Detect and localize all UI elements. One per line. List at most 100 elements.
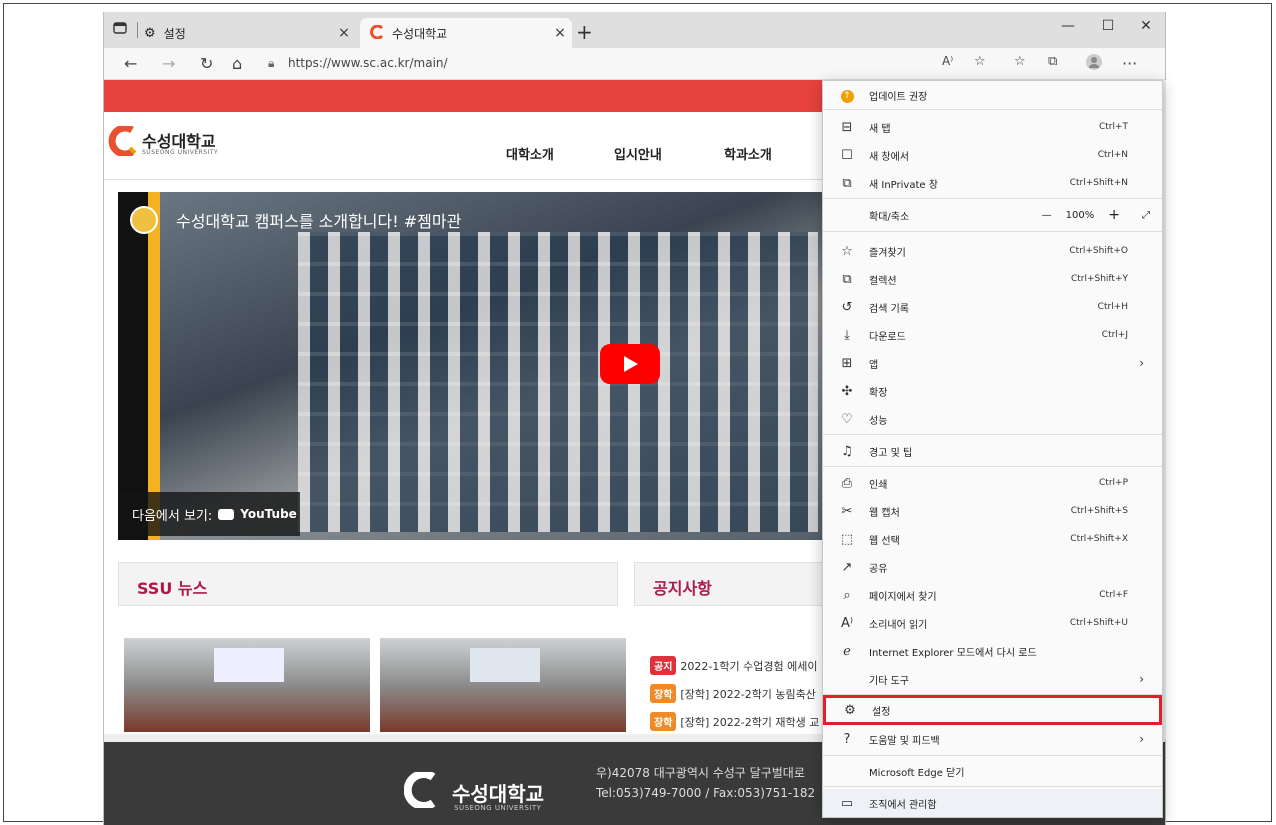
home-icon[interactable]: ⌂ — [232, 54, 242, 73]
url-field[interactable]: https://www.sc.ac.kr/main/ — [288, 56, 448, 70]
favorites-icon[interactable]: ☆ — [1014, 54, 1026, 69]
close-icon[interactable]: × — [332, 25, 356, 41]
video-player[interactable]: 수성대학교 캠퍼스를 소개합니다! #젬마관 다음에서 보기: YouTube — [118, 192, 822, 540]
menu-item-ie-mode[interactable]: ℯ Internet Explorer 모드에서 다시 로드 — [823, 637, 1162, 665]
menu-divider — [823, 434, 1162, 435]
forward-icon[interactable]: → — [162, 54, 175, 73]
menu-item-new-tab[interactable]: ⊟ 새 탭 Ctrl+T — [823, 113, 1162, 141]
new-tab-button[interactable]: + — [576, 20, 593, 44]
collections-icon[interactable]: ⧉ — [1048, 54, 1057, 69]
briefcase-icon: ▭ — [840, 795, 854, 811]
chevron-right-icon: › — [1139, 672, 1144, 686]
menu-shortcut: Ctrl+F — [1099, 590, 1128, 600]
menu-item-performance[interactable]: ♡ 성능 — [823, 405, 1162, 433]
ie-icon: ℯ — [843, 643, 851, 659]
menu-item-find[interactable]: ⌕ 페이지에서 찾기 Ctrl+F — [823, 581, 1162, 609]
menu-shortcut: Ctrl+N — [1097, 150, 1128, 160]
close-icon[interactable]: × — [548, 25, 572, 41]
university-logo-icon[interactable] — [108, 126, 136, 156]
menu-item-more-tools[interactable]: 기타 도구 › — [823, 665, 1162, 693]
menu-item-web-select[interactable]: ⬚ 웹 선택 Ctrl+Shift+X — [823, 525, 1162, 553]
update-icon: ↑ — [835, 87, 859, 103]
menu-item-help[interactable]: ? 도움말 및 피드백 › — [823, 725, 1162, 753]
notice-title[interactable]: 공지사항 — [653, 575, 712, 599]
inprivate-icon: ⧉ — [842, 175, 852, 191]
menu-item-inprivate[interactable]: ⧉ 새 InPrivate 창 Ctrl+Shift+N — [823, 169, 1162, 197]
menu-item-history[interactable]: ↺ 검색 기록 Ctrl+H — [823, 293, 1162, 321]
add-favorite-icon[interactable]: ☆ — [974, 54, 986, 69]
menu-label: 즐겨찾기 — [869, 247, 906, 259]
minimize-button[interactable]: — — [1048, 18, 1088, 34]
menu-item-apps[interactable]: ⊞ 앱 › — [823, 349, 1162, 377]
menu-label: Microsoft Edge 닫기 — [869, 767, 965, 779]
menu-divider — [823, 786, 1162, 787]
menu-item-new-window[interactable]: ☐ 새 창에서 Ctrl+N — [823, 141, 1162, 169]
menu-divider — [823, 109, 1162, 110]
menu-item-print[interactable]: ⎙ 인쇄 Ctrl+P — [823, 469, 1162, 497]
notice-item[interactable]: 공지 2022-1학기 수업경험 에세이 — [650, 656, 817, 675]
notice-item[interactable]: 장학 [장학] 2022-2학기 재학생 교 — [650, 712, 819, 731]
watch-on-label: 다음에서 보기: — [132, 508, 213, 524]
profile-icon[interactable] — [1086, 54, 1102, 74]
menu-item-update[interactable]: ↑ 업데이트 권장 — [823, 81, 1162, 109]
channel-avatar[interactable] — [130, 206, 158, 234]
refresh-icon[interactable]: ↻ — [200, 54, 213, 73]
menu-item-alerts[interactable]: ♫ 경고 및 팁 — [823, 437, 1162, 465]
notice-item[interactable]: 장학 [장학] 2022-2학기 농림축산 — [650, 684, 816, 703]
menu-shortcut: Ctrl+H — [1097, 302, 1128, 312]
tab-label: 수성대학교 — [392, 26, 448, 41]
nav-departments[interactable]: 학과소개 — [724, 144, 772, 163]
close-window-button[interactable]: ✕ — [1126, 18, 1165, 34]
news-thumbnail[interactable] — [124, 638, 370, 732]
menu-item-share[interactable]: ↗ 공유 — [823, 553, 1162, 581]
back-icon[interactable]: ← — [124, 54, 137, 73]
workspaces-icon[interactable] — [112, 20, 132, 40]
tab-settings[interactable]: ⚙ 설정 × — [144, 18, 356, 48]
zoom-out-button[interactable]: — — [1042, 210, 1052, 221]
menu-shortcut: Ctrl+P — [1099, 478, 1128, 488]
bell-icon: ♫ — [841, 443, 853, 459]
chevron-right-icon: › — [1139, 732, 1144, 746]
share-icon: ↗ — [841, 559, 853, 575]
menu-item-managed[interactable]: ▭ 조직에서 관리함 — [823, 789, 1162, 817]
menu-item-read-aloud[interactable]: A⁾ 소리내어 읽기 Ctrl+Shift+U — [823, 609, 1162, 637]
lock-icon[interactable]: 🔒︎ — [268, 56, 274, 71]
news-thumbnail[interactable] — [380, 638, 626, 732]
nav-admission[interactable]: 입시안내 — [614, 144, 662, 163]
menu-item-extensions[interactable]: ✣ 확장 — [823, 377, 1162, 405]
menu-label: 컬렉션 — [869, 275, 897, 287]
menu-shortcut: Ctrl+Shift+S — [1070, 506, 1128, 516]
menu-label: 웹 캡처 — [869, 507, 900, 519]
youtube-icon — [218, 508, 235, 520]
menu-item-favorites[interactable]: ☆ 즐겨찾기 Ctrl+Shift+O — [823, 237, 1162, 265]
address-toolbar: ← → ↻ ⌂ 🔒︎ https://www.sc.ac.kr/main/ A⁾… — [104, 48, 1165, 80]
menu-item-settings[interactable]: ⚙ 설정 — [823, 695, 1162, 725]
collections-icon: ⧉ — [842, 271, 852, 287]
menu-label: 검색 기록 — [869, 303, 909, 315]
tab-suseong[interactable]: 수성대학교 × — [360, 18, 572, 48]
performance-icon: ♡ — [841, 411, 853, 427]
watch-on-youtube[interactable]: 다음에서 보기: YouTube — [118, 492, 300, 536]
zoom-value: 100% — [1065, 209, 1095, 221]
menu-label: 기타 도구 — [869, 675, 909, 687]
fullscreen-icon[interactable]: ⤢ — [1142, 210, 1150, 221]
news-title[interactable]: SSU 뉴스 — [137, 575, 207, 599]
read-aloud-icon[interactable]: A⁾ — [942, 54, 953, 68]
menu-item-close-edge[interactable]: Microsoft Edge 닫기 — [823, 757, 1162, 785]
menu-item-collections[interactable]: ⧉ 컬렉션 Ctrl+Shift+Y — [823, 265, 1162, 293]
menu-label: 새 창에서 — [869, 151, 909, 163]
menu-item-web-capture[interactable]: ✂ 웹 캡처 Ctrl+Shift+S — [823, 497, 1162, 525]
more-menu-icon[interactable]: ··· — [1122, 54, 1137, 73]
site-favicon-icon — [370, 24, 384, 42]
menu-item-downloads[interactable]: ⤓ 다운로드 Ctrl+J — [823, 321, 1162, 349]
notice-text: [장학] 2022-2학기 농림축산 — [680, 687, 816, 701]
menu-label: 앱 — [869, 359, 879, 371]
menu-label: 도움말 및 피드백 — [869, 735, 940, 747]
nav-about[interactable]: 대학소개 — [506, 144, 554, 163]
menu-label: 경고 및 팁 — [869, 447, 913, 459]
video-title[interactable]: 수성대학교 캠퍼스를 소개합니다! #젬마관 — [176, 208, 461, 232]
zoom-in-button[interactable]: + — [1108, 207, 1120, 223]
maximize-button[interactable]: ☐ — [1088, 18, 1128, 34]
play-button[interactable] — [600, 344, 660, 384]
extensions-icon: ✣ — [841, 383, 853, 399]
